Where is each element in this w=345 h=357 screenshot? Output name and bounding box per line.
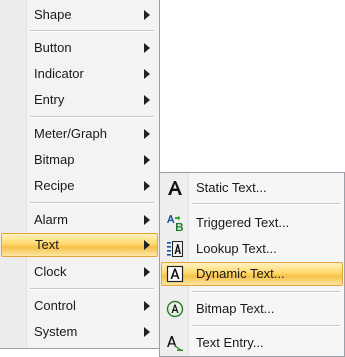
menu-separator: [192, 291, 340, 293]
submenu-item-label: Bitmap Text...: [196, 301, 275, 316]
submenu-arrow-icon: [144, 95, 150, 105]
menu-item-shape[interactable]: Shape: [0, 3, 158, 27]
menu-item-label: Recipe: [34, 178, 75, 193]
submenu-item-lookup-text[interactable]: Lookup Text...: [161, 237, 343, 261]
menu-item-indicator[interactable]: Indicator: [0, 62, 158, 86]
submenu-arrow-icon: [144, 69, 150, 79]
menu-separator: [30, 288, 154, 290]
menu-item-label: Entry: [34, 92, 65, 107]
menu-item-label: System: [34, 324, 78, 339]
menu-item-label: Alarm: [34, 212, 68, 227]
menu-item-system[interactable]: System: [0, 320, 158, 344]
submenu-arrow-icon: [144, 43, 150, 53]
submenu-arrow-icon: [144, 240, 150, 250]
submenu-item-label: Static Text...: [196, 180, 267, 195]
menu-separator: [30, 202, 154, 204]
menu-item-label: Indicator: [34, 66, 84, 81]
triggered-text-icon: [166, 214, 184, 232]
menu-screen: Shape Button Indicator Entry Meter/Graph…: [0, 0, 345, 357]
menu-item-label: Clock: [34, 264, 67, 279]
menu-item-entry[interactable]: Entry: [0, 88, 158, 112]
lookup-text-icon: [166, 240, 184, 258]
menu-item-meter-graph[interactable]: Meter/Graph: [0, 122, 158, 146]
submenu-arrow-icon: [144, 301, 150, 311]
submenu-item-triggered-text[interactable]: Triggered Text...: [161, 211, 343, 235]
text-submenu: Static Text... Triggered Text... Lookup …: [159, 172, 345, 357]
menu-item-clock[interactable]: Clock: [0, 260, 158, 284]
submenu-arrow-icon: [144, 155, 150, 165]
context-menu: Shape Button Indicator Entry Meter/Graph…: [0, 0, 160, 349]
submenu-item-label: Triggered Text...: [196, 215, 290, 230]
menu-separator: [30, 116, 154, 118]
bitmap-text-icon: [166, 300, 184, 318]
menu-item-label: Meter/Graph: [34, 126, 107, 141]
menu-separator: [30, 30, 154, 32]
menu-item-text[interactable]: Text: [1, 233, 158, 257]
submenu-arrow-icon: [144, 181, 150, 191]
submenu-arrow-icon: [144, 215, 150, 225]
menu-separator: [192, 203, 340, 205]
text-entry-icon: [166, 334, 184, 352]
menu-item-bitmap[interactable]: Bitmap: [0, 148, 158, 172]
submenu-item-text-entry[interactable]: Text Entry...: [161, 331, 343, 355]
menu-item-label: Shape: [34, 7, 72, 22]
submenu-item-bitmap-text[interactable]: Bitmap Text...: [161, 297, 343, 321]
submenu-item-static-text[interactable]: Static Text...: [161, 176, 343, 200]
menu-item-control[interactable]: Control: [0, 294, 158, 318]
submenu-arrow-icon: [144, 267, 150, 277]
menu-item-label: Text: [35, 237, 59, 252]
menu-item-button[interactable]: Button: [0, 36, 158, 60]
submenu-item-dynamic-text[interactable]: Dynamic Text...: [161, 262, 343, 286]
menu-item-recipe[interactable]: Recipe: [0, 174, 158, 198]
menu-item-label: Button: [34, 40, 72, 55]
menu-item-label: Control: [34, 298, 76, 313]
menu-separator: [192, 325, 340, 327]
menu-item-alarm[interactable]: Alarm: [0, 208, 158, 232]
submenu-arrow-icon: [144, 327, 150, 337]
dynamic-text-icon: [166, 265, 184, 283]
submenu-arrow-icon: [144, 129, 150, 139]
static-text-icon: [166, 179, 184, 197]
submenu-item-label: Lookup Text...: [196, 241, 277, 256]
submenu-item-label: Dynamic Text...: [196, 266, 285, 281]
submenu-arrow-icon: [144, 10, 150, 20]
menu-item-label: Bitmap: [34, 152, 75, 167]
submenu-item-label: Text Entry...: [196, 335, 264, 350]
